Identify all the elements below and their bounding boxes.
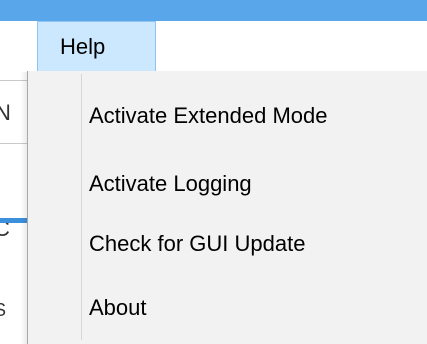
dropdown-shadow: [20, 72, 27, 344]
window-title-strip: [0, 0, 427, 21]
menu-item-label: Activate Extended Mode: [89, 103, 328, 128]
menu-help-label: Help: [60, 34, 106, 59]
menu-item-label: Check for GUI Update: [89, 231, 306, 256]
menu-item-activate-logging[interactable]: Activate Logging: [28, 156, 426, 212]
menu-item-activate-extended-mode[interactable]: Activate Extended Mode: [28, 88, 426, 144]
menu-item-label: About: [89, 295, 147, 320]
background-glyph: S: [0, 300, 7, 320]
menu-item-check-for-gui-update[interactable]: Check for GUI Update: [28, 216, 426, 272]
menu-item-label: Activate Logging: [89, 171, 252, 196]
menu-help[interactable]: Help: [37, 21, 156, 72]
background-glyph: N: [0, 100, 11, 125]
menu-item-about[interactable]: About: [28, 280, 426, 336]
